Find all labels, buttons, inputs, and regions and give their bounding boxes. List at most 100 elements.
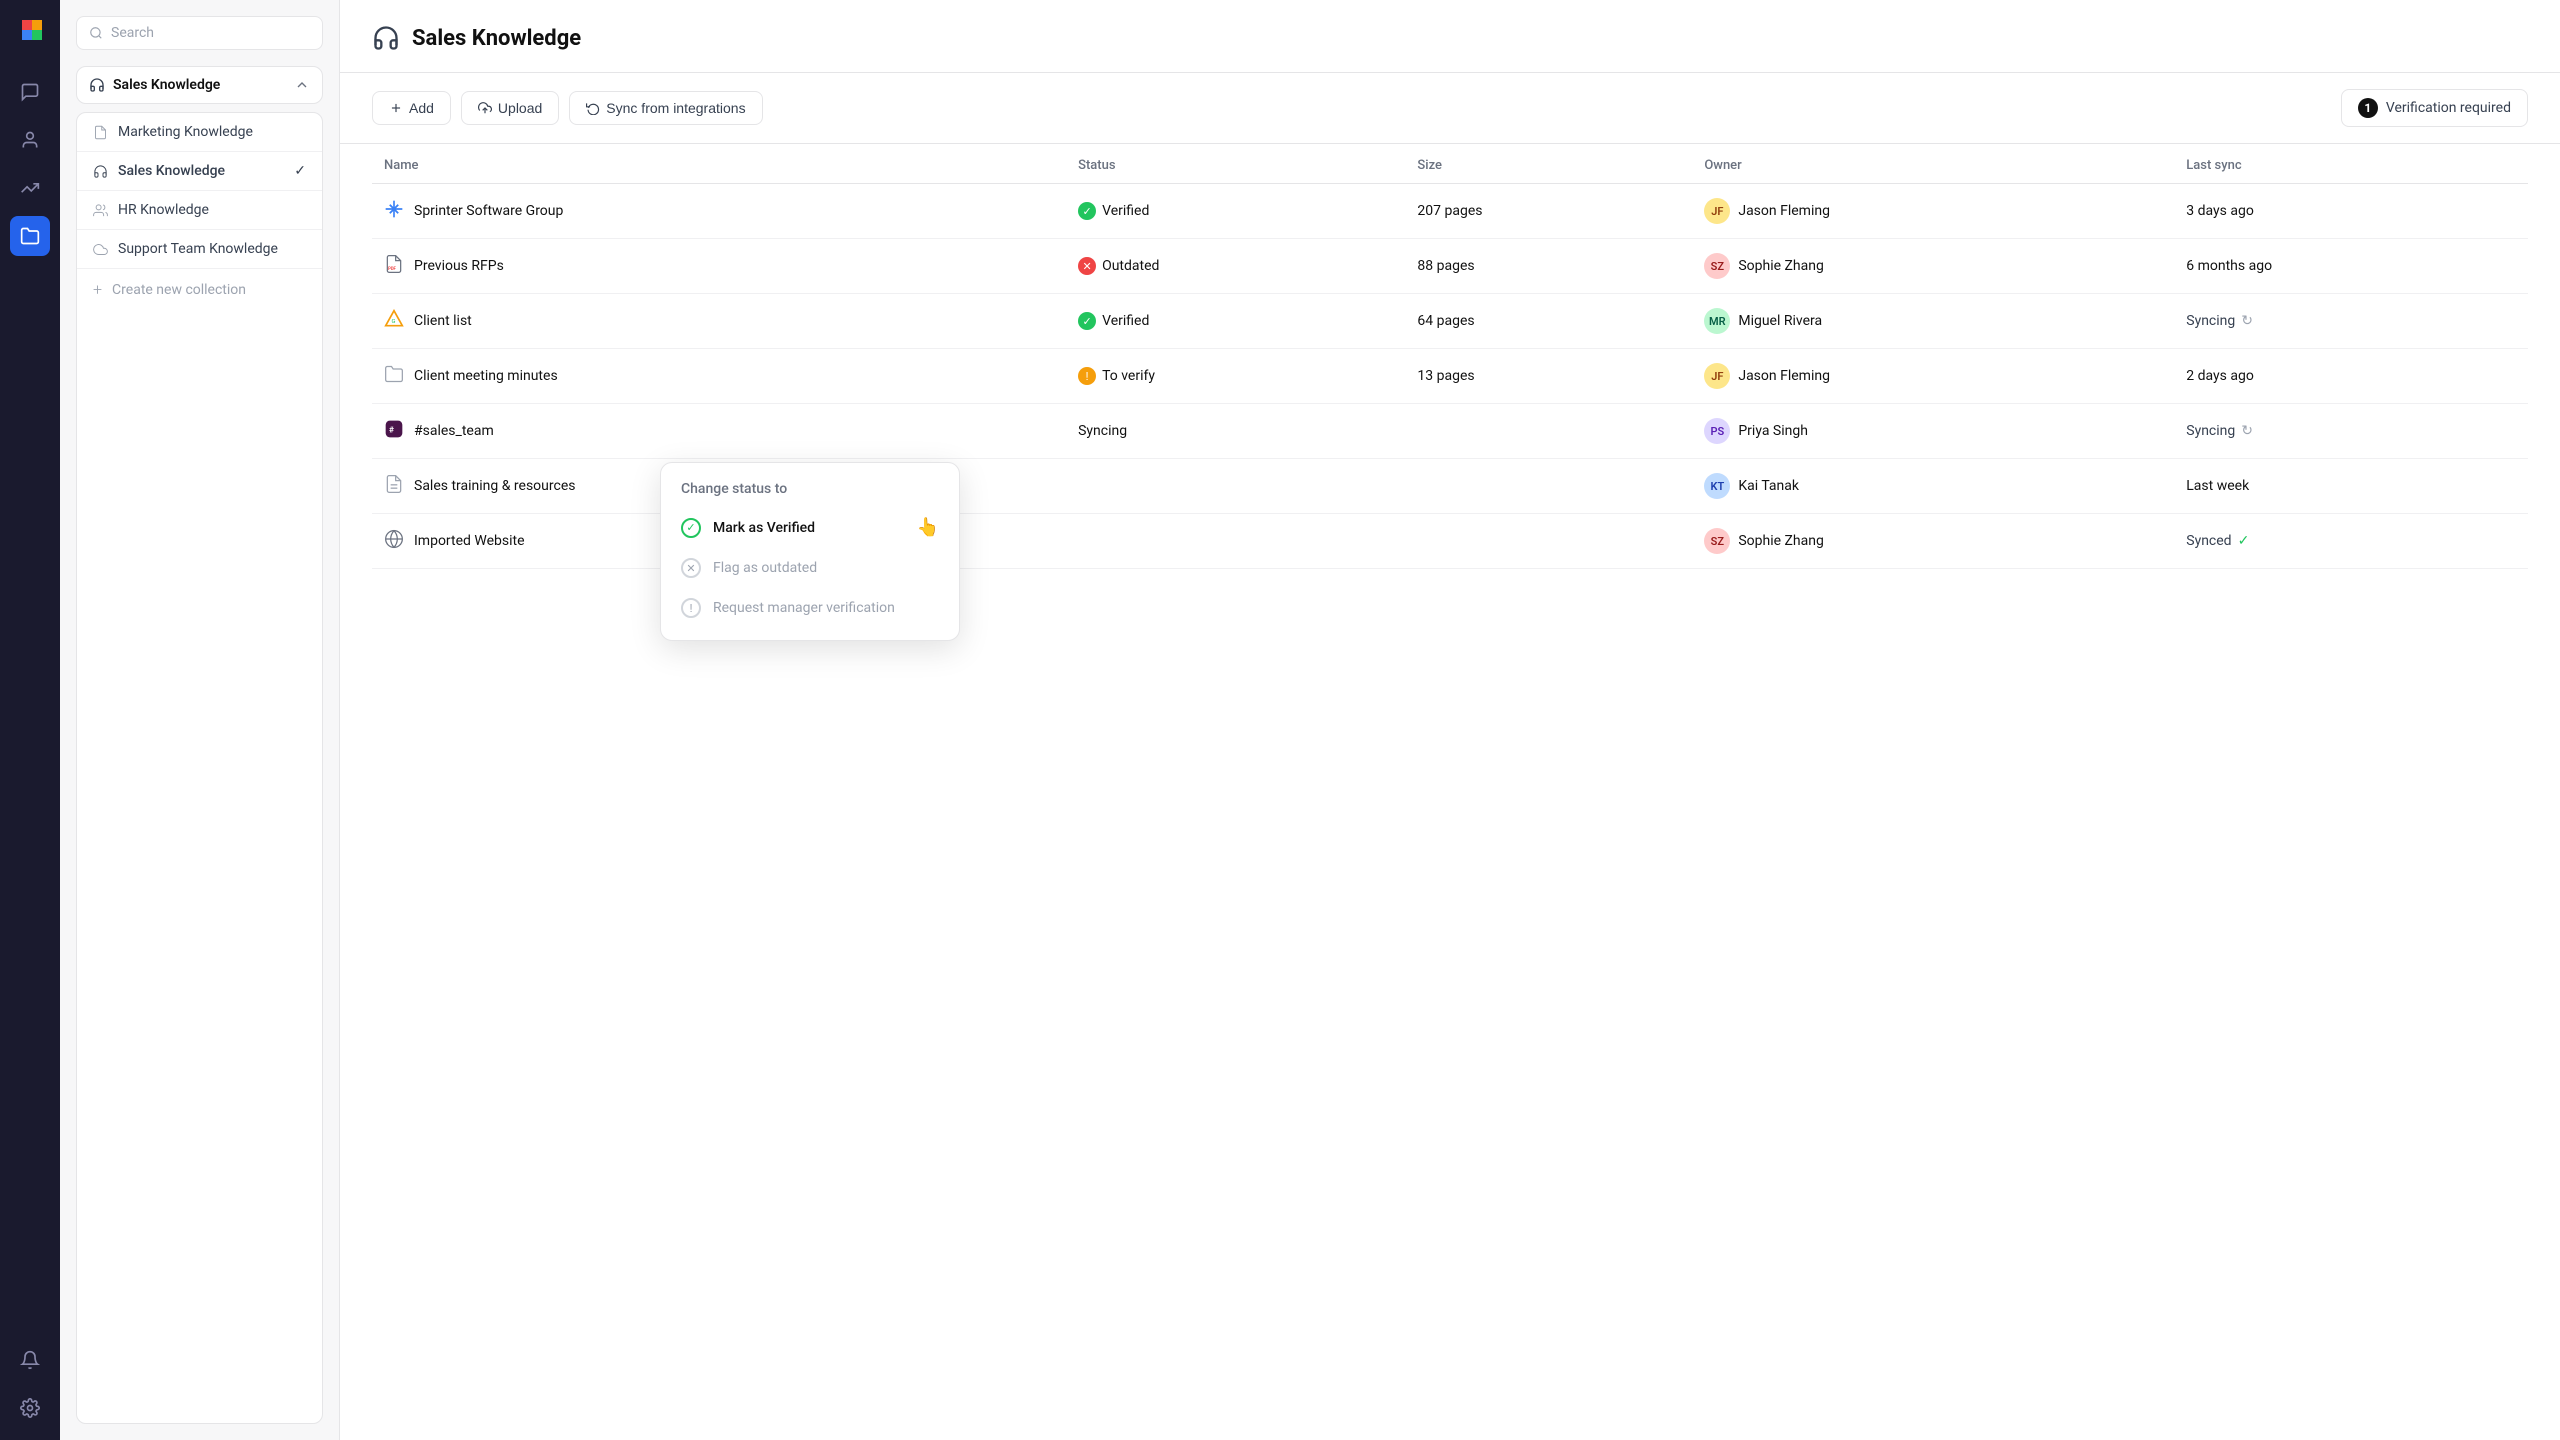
main-toolbar: Add Upload Sync from integrations 1 Veri… [340,73,2560,144]
svg-text:G: G [392,319,396,325]
size-cell: 13 pages [1405,349,1692,404]
status-cell[interactable]: Syncing [1066,404,1405,459]
status-indicator: ! [1078,367,1096,385]
sidebar-item-create[interactable]: + Create new collection [77,269,322,310]
sync-button[interactable]: Sync from integrations [569,91,762,125]
verify-icon: ✓ [681,518,701,538]
people-icon [93,203,108,218]
folder-icon[interactable] [10,216,50,256]
status-cell[interactable] [1066,514,1405,569]
app-logo[interactable] [12,12,48,48]
status-indicator: ✕ [1078,257,1096,275]
last-sync-cell: 2 days ago [2174,349,2528,404]
owner-name: Jason Fleming [1738,368,1830,384]
sidebar-item-sales[interactable]: Sales Knowledge ✓ [77,152,322,191]
sync-text: Last week [2186,478,2249,494]
verification-badge[interactable]: 1 Verification required [2341,89,2528,127]
row-icon: # [384,419,404,444]
status-cell[interactable]: ! To verify [1066,349,1405,404]
verify-label: Mark as Verified [713,520,815,536]
size-cell: 88 pages [1405,239,1692,294]
svg-text:#: # [389,425,394,435]
context-menu-item-verify[interactable]: ✓ Mark as Verified 👆 [661,507,959,548]
status-label: Outdated [1102,258,1159,274]
col-status: Status [1066,144,1405,184]
context-menu-item-outdated[interactable]: ✕ Flag as outdated [661,548,959,588]
table-row[interactable]: Client meeting minutes ! To verify 13 pa… [372,349,2528,404]
owner-cell: PS Priya Singh [1692,404,2174,459]
sidebar-item-marketing[interactable]: Marketing Knowledge [77,113,322,152]
status-cell[interactable] [1066,459,1405,514]
owner-cell: JF Jason Fleming [1692,349,2174,404]
sync-text: 3 days ago [2186,203,2254,219]
sync-text: Syncing [2186,423,2235,439]
bell-icon[interactable] [10,1340,50,1380]
sync-text: 2 days ago [2186,368,2254,384]
table-row[interactable]: G Client list ✓ Verified 64 pages MR Mig… [372,294,2528,349]
owner-name: Kai Tanak [1738,478,1799,494]
row-icon: PDF [384,254,404,279]
plus-icon: + [93,280,102,299]
avatar: SZ [1704,528,1730,554]
size-value: 13 pages [1417,368,1474,384]
settings-icon[interactable] [10,1388,50,1428]
users-icon[interactable] [10,120,50,160]
collection-label: Sales Knowledge [113,77,220,93]
last-sync-cell: 6 months ago [2174,239,2528,294]
add-button-label: Add [409,100,434,116]
chat-icon[interactable] [10,72,50,112]
chevron-up-icon [294,77,310,93]
owner-name: Miguel Rivera [1738,313,1822,329]
avatar: MR [1704,308,1730,334]
analytics-icon[interactable] [10,168,50,208]
collection-icon [89,77,105,93]
row-icon [384,364,404,389]
upload-button-label: Upload [498,100,542,116]
icon-bar [0,0,60,1440]
sidebar-item-support[interactable]: Support Team Knowledge [77,230,322,269]
search-bar[interactable]: Search [76,16,323,50]
table-row[interactable]: PDF Previous RFPs ✕ Outdated 88 pages SZ… [372,239,2528,294]
owner-name: Sophie Zhang [1738,258,1823,274]
sync-text: 6 months ago [2186,258,2272,274]
row-name: Sales training & resources [414,478,575,494]
row-name: Client list [414,313,472,329]
add-button[interactable]: Add [372,91,451,125]
avatar: JF [1704,363,1730,389]
status-indicator: ✓ [1078,202,1096,220]
collection-header[interactable]: Sales Knowledge [76,66,323,104]
verification-label: Verification required [2386,100,2511,116]
status-cell[interactable]: ✓ Verified [1066,184,1405,239]
outdated-icon: ✕ [681,558,701,578]
row-name: Sprinter Software Group [414,203,563,219]
name-cell: Sprinter Software Group [372,184,1066,239]
status-cell[interactable]: ✕ Outdated [1066,239,1405,294]
sync-button-label: Sync from integrations [606,100,745,116]
size-cell [1405,404,1692,459]
last-sync-cell: Synced✓ [2174,514,2528,569]
row-name: #sales_team [414,423,494,439]
owner-cell: KT Kai Tanak [1692,459,2174,514]
sidebar-items-list: Marketing Knowledge Sales Knowledge ✓ HR… [76,112,323,1424]
checkmark-icon: ✓ [294,163,306,179]
main-header: Sales Knowledge [340,0,2560,73]
name-cell: Client meeting minutes [372,349,1066,404]
avatar: PS [1704,418,1730,444]
manager-label: Request manager verification [713,600,895,616]
context-menu-item-manager[interactable]: ! Request manager verification [661,588,959,628]
size-cell: 207 pages [1405,184,1692,239]
sync-spinner-icon: ↻ [2241,423,2253,439]
upload-button[interactable]: Upload [461,91,559,125]
table-row[interactable]: Sprinter Software Group ✓ Verified 207 p… [372,184,2528,239]
row-name: Previous RFPs [414,258,504,274]
sidebar-item-hr[interactable]: HR Knowledge [77,191,322,230]
table-container: Name Status Size Owner Last sync Sprinte… [340,144,2560,1440]
table-row[interactable]: # #sales_team Syncing PS Priya Singh Syn… [372,404,2528,459]
status-cell[interactable]: ✓ Verified [1066,294,1405,349]
name-cell: PDF Previous RFPs [372,239,1066,294]
sidebar-item-label-create: Create new collection [112,282,246,298]
avatar: KT [1704,473,1730,499]
size-value: 64 pages [1417,313,1474,329]
avatar: JF [1704,198,1730,224]
status-label: Verified [1102,203,1149,219]
